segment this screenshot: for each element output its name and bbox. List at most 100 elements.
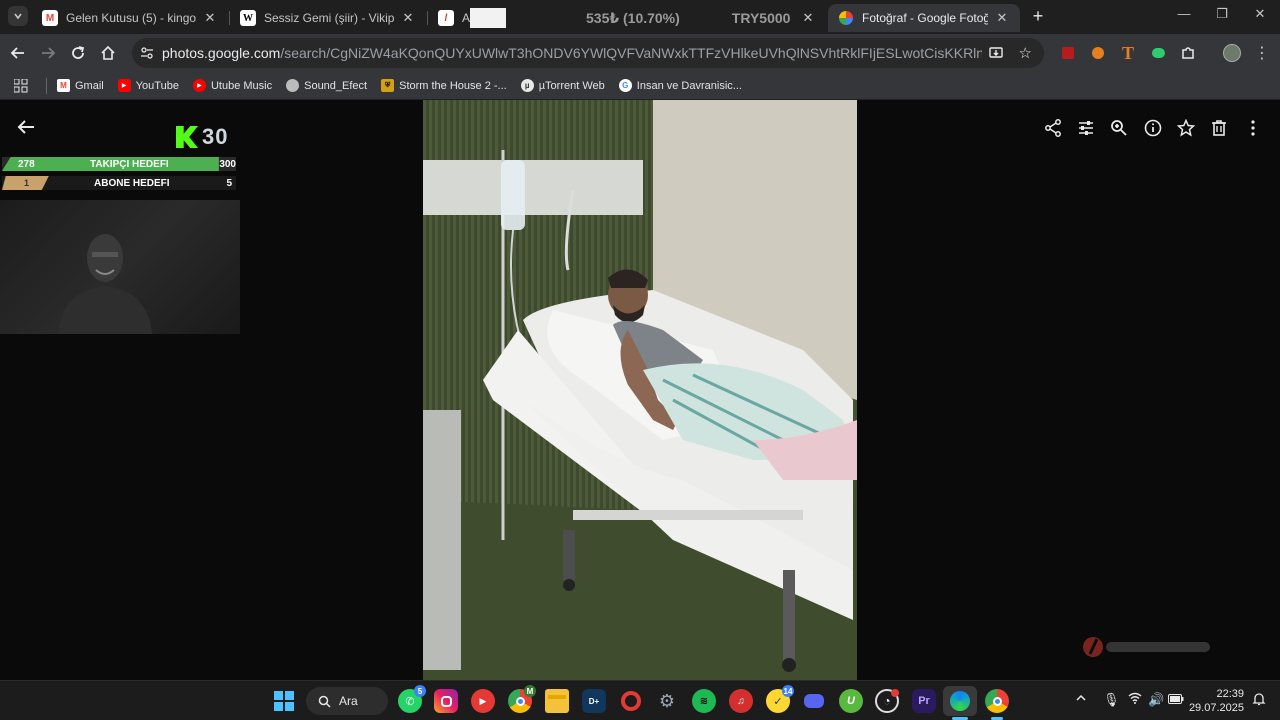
battery-icon[interactable] [1168,692,1184,707]
apps-grid-icon[interactable] [14,78,28,93]
profile-avatar-icon[interactable] [1220,41,1244,65]
volume-icon[interactable]: 🔊 [1148,692,1164,708]
file-explorer-app[interactable] [545,689,569,713]
search-icon [318,695,331,708]
opera-app[interactable] [619,689,643,713]
back-button[interactable] [6,41,30,65]
spotify-app[interactable]: ≋ [692,689,716,713]
browser-toolbar: photos.google.com/search/CgNiZW4aKQonQUY… [0,34,1280,72]
reload-button[interactable] [66,41,90,65]
address-bar[interactable]: photos.google.com/search/CgNiZW4aKQonQUY… [132,38,1044,68]
photo-image[interactable] [423,100,857,680]
more-options-button[interactable] [1242,117,1264,139]
close-icon[interactable]: ✕ [800,10,816,26]
close-icon[interactable]: ✕ [400,10,416,26]
forward-button[interactable] [36,41,60,65]
tab-kick-stream[interactable]: / A 535₺ (10.70%) TRY5000 ✕ [428,4,826,32]
minimize-button[interactable]: — [1164,6,1204,28]
sub-goal-bar: 1 ABONE HEDEFI 5 [2,176,236,190]
folder-icon [548,695,566,699]
site-settings-icon[interactable] [140,46,154,60]
chrome-app[interactable] [985,689,1009,713]
music-icon: ♫ [737,695,745,707]
url-path: /search/CgNiZW4aKQonQUYxUWlwT3hONDV6YWlQ… [280,45,982,61]
windows-taskbar: Ara ✆ 5 ▶ M D+ ⚙ ≋ ♫ ✓ 14 U ◔ Pr 🎙 🔊 22:… [0,680,1280,720]
new-tab-button[interactable]: + [1028,6,1048,26]
extension-green-icon[interactable] [1146,41,1170,65]
instagram-app[interactable] [434,689,458,713]
favorite-icon [1177,119,1195,137]
shield-icon: ⛨ [381,79,395,92]
bookmark-utorrent[interactable]: µ µTorrent Web [520,79,605,92]
search-label: Ara [339,694,358,708]
bookmark-insan-ve-davranis[interactable]: G Insan ve Davranisic... [618,79,742,92]
start-button[interactable] [272,689,296,713]
todo-app[interactable]: ✓ 14 [766,685,794,713]
chrome-profile-app[interactable]: M [508,685,536,713]
obs-app[interactable]: ◔ [875,689,899,713]
delete-button[interactable] [1208,117,1230,139]
install-app-icon[interactable] [988,45,1004,61]
chevron-down-icon [14,13,22,20]
edit-button[interactable] [1075,117,1097,139]
youtube-app[interactable]: ▶ [471,689,495,713]
extension-t-icon[interactable]: T [1116,41,1140,65]
bookmark-storm-the-house[interactable]: ⛨ Storm the House 2 -... [381,79,507,92]
system-clock[interactable]: 22:39 29.07.2025 [1188,687,1244,715]
arrow-right-icon [42,47,56,59]
show-hidden-icons-button[interactable] [1075,692,1087,707]
music-app[interactable]: ♫ [729,689,753,713]
extensions-puzzle-icon[interactable] [1176,41,1200,65]
utorrent-icon: µ [520,79,534,92]
bookmark-star-icon[interactable]: ☆ [1019,44,1032,62]
chrome-icon [992,696,1002,706]
youtube-music-icon: ▶ [192,79,206,92]
home-button[interactable] [96,41,120,65]
disney-app[interactable]: D+ [582,689,606,713]
instagram-icon [440,695,452,707]
follower-goal-target: 300 [219,158,236,170]
menu-icon[interactable]: ⋮ [1250,41,1274,65]
redacted-block [470,8,506,28]
tab-google-photos[interactable]: Fotoğraf - Google Fotoğraflar ✕ [828,4,1020,32]
utorrent-app[interactable]: U [839,689,863,713]
favorite-button[interactable] [1175,117,1197,139]
bookmark-gmail[interactable]: M Gmail [57,79,104,92]
tab-wikipedia[interactable]: W Sessiz Gemi (şiir) - Vikipedi ✕ [230,4,426,32]
chrome-profile-badge: M [524,685,536,697]
whatsapp-app[interactable]: ✆ 5 [398,685,426,713]
chevron-up-icon [1076,694,1086,701]
edge-icon [950,691,970,711]
extension-orange-icon[interactable] [1086,41,1110,65]
share-button[interactable] [1042,117,1064,139]
url-text[interactable]: photos.google.com/search/CgNiZW4aKQonQUY… [162,45,982,61]
close-icon[interactable]: ✕ [994,10,1010,26]
zoom-button[interactable] [1108,117,1130,139]
close-icon[interactable]: ✕ [202,10,218,26]
notifications-icon[interactable] [1252,692,1266,709]
webcam-feed [0,200,240,334]
restore-button[interactable]: ❐ [1202,6,1242,28]
bookmark-youtube[interactable]: ▶ YouTube [117,79,179,92]
disney-icon: D+ [588,696,600,706]
info-button[interactable] [1142,117,1164,139]
discord-app[interactable] [802,689,826,713]
premiere-app[interactable]: Pr [912,689,936,713]
settings-app[interactable]: ⚙ [655,689,679,713]
sub-goal-current: 1 [24,178,30,188]
bookmark-utube-music[interactable]: ▶ Utube Music [192,79,272,92]
edge-app[interactable] [943,686,977,716]
edit-icon [1079,121,1093,135]
bookmarks-bar: M Gmail ▶ YouTube ▶ Utube Music Sound_Efect… [0,72,1280,100]
youtube-icon: ▶ [117,79,131,92]
tab-gmail[interactable]: M Gelen Kutusu (5) - kingofassians ✕ [32,4,228,32]
bookmark-label: YouTube [135,79,179,92]
close-window-button[interactable]: ✕ [1240,6,1280,28]
taskbar-search[interactable]: Ara [306,687,388,715]
extension-red-icon[interactable] [1056,41,1080,65]
windows-icon [274,691,294,711]
bookmark-sound-efect[interactable]: Sound_Efect [286,79,367,92]
microphone-icon[interactable]: 🎙 [1103,692,1120,708]
tab-search-button[interactable] [8,6,28,26]
wifi-icon[interactable] [1128,692,1142,707]
